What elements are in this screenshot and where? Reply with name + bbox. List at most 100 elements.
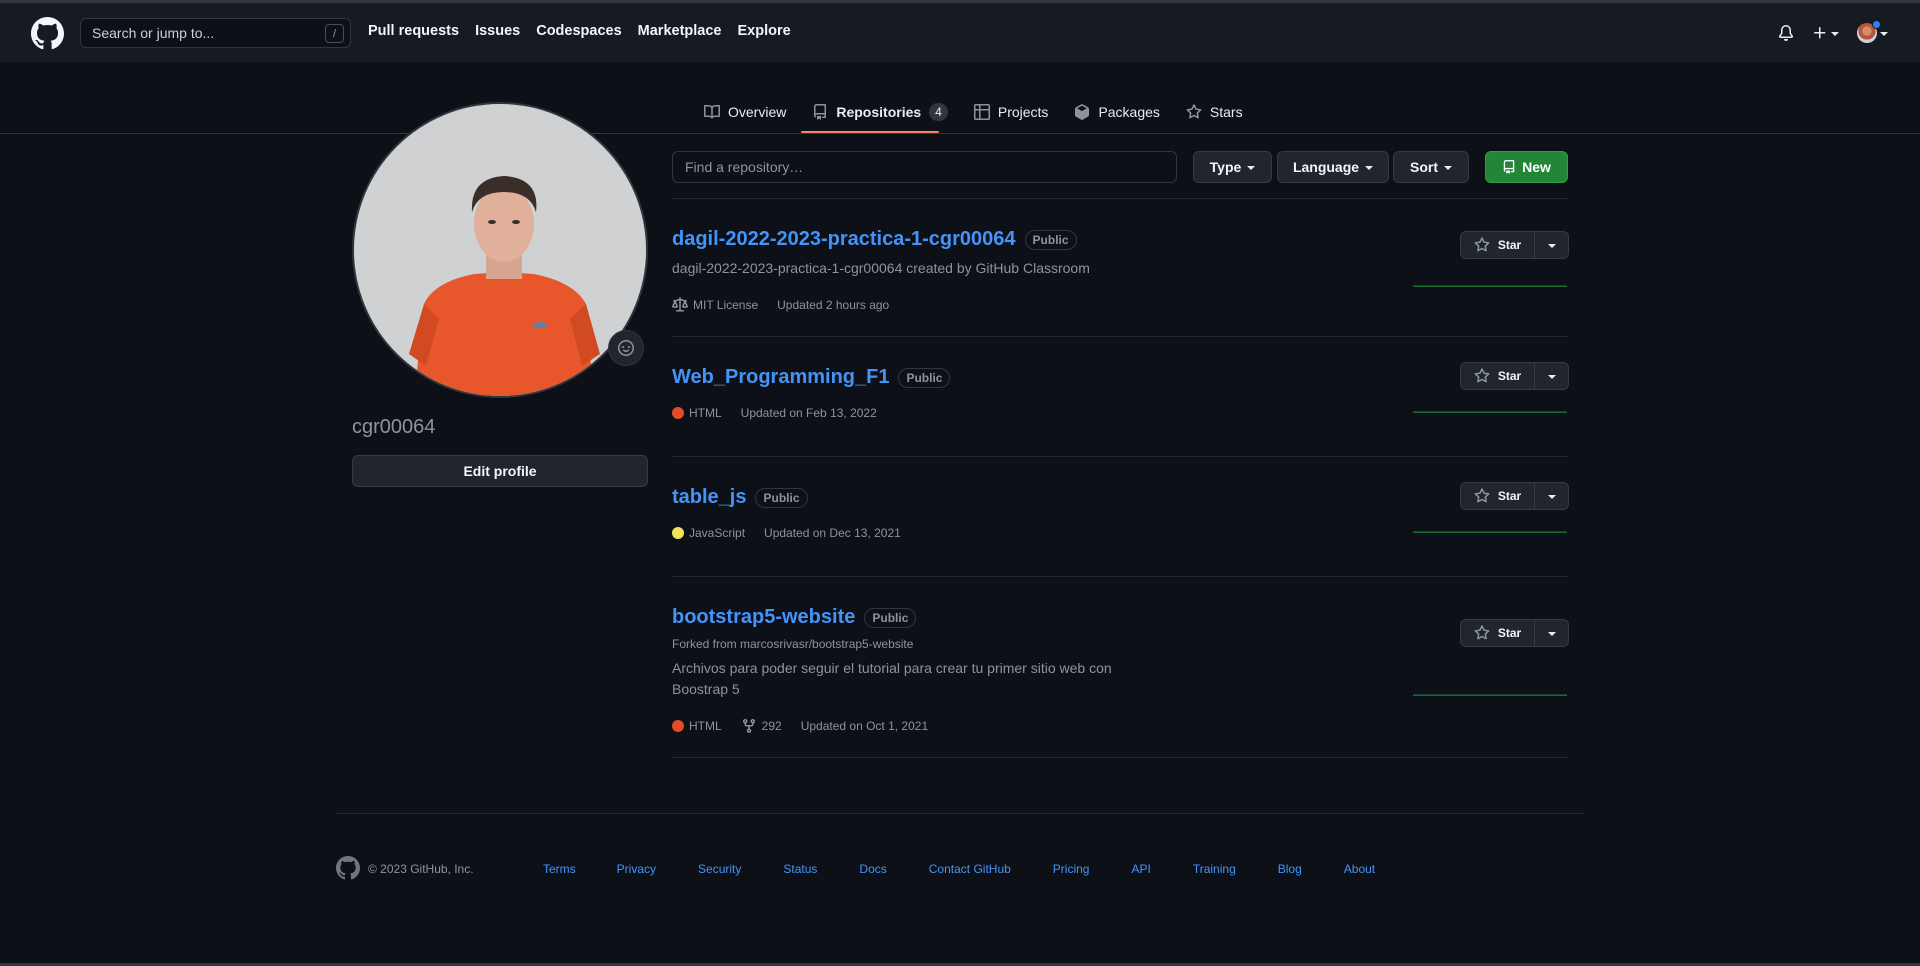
language-color-dot: [672, 407, 684, 419]
find-repository-input[interactable]: Find a repository…: [672, 151, 1177, 183]
repo-name-link[interactable]: bootstrap5-website: [672, 606, 855, 629]
tab-packages[interactable]: Packages: [1066, 99, 1167, 125]
chevron-down-icon: [1831, 32, 1839, 36]
find-repository-placeholder: Find a repository…: [685, 159, 804, 175]
footer-link-training[interactable]: Training: [1193, 862, 1236, 876]
list-item: bootstrap5-website Public: [672, 606, 917, 629]
book-icon: [704, 104, 720, 120]
repo-description: dagil-2022-2023-practica-1-cgr00064 crea…: [672, 260, 1090, 276]
updated-time: Updated on Oct 1, 2021: [800, 719, 929, 733]
updated-time: Updated on Feb 13, 2022: [740, 406, 877, 420]
language-color-dot: [672, 720, 684, 732]
profile-avatar[interactable]: [352, 102, 648, 398]
list-divider: [672, 576, 1568, 577]
visibility-badge: Public: [864, 607, 917, 628]
list-divider: [672, 336, 1568, 337]
tab-repositories[interactable]: Repositories 4: [804, 99, 956, 125]
license-info[interactable]: MIT License: [672, 297, 758, 313]
set-status-button[interactable]: [608, 330, 644, 366]
star-button-group: Star: [1460, 231, 1569, 259]
repo-name-link[interactable]: table_js: [672, 486, 746, 509]
footer-link-docs[interactable]: Docs: [859, 862, 886, 876]
star-list-dropdown[interactable]: [1535, 362, 1569, 390]
footer-link-about[interactable]: About: [1344, 862, 1375, 876]
create-new-menu[interactable]: [1812, 25, 1839, 41]
language-info: HTML: [672, 406, 722, 420]
fork-count[interactable]: 292: [741, 718, 782, 734]
star-button[interactable]: Star: [1460, 482, 1535, 510]
footer-link-api[interactable]: API: [1131, 862, 1150, 876]
language-info: JavaScript: [672, 526, 745, 540]
star-button[interactable]: Star: [1460, 231, 1535, 259]
star-list-dropdown[interactable]: [1535, 619, 1569, 647]
github-logo-icon[interactable]: [336, 856, 360, 880]
star-button-group: Star: [1460, 362, 1569, 390]
language-filter-label: Language: [1292, 159, 1360, 175]
footer-link-status[interactable]: Status: [783, 862, 817, 876]
global-search-input[interactable]: Search or jump to... /: [80, 18, 351, 48]
bell-icon[interactable]: [1778, 25, 1794, 41]
star-list-dropdown[interactable]: [1535, 482, 1569, 510]
github-logo-icon[interactable]: [31, 17, 64, 50]
forked-from-link[interactable]: Forked from marcosrivasr/bootstrap5-webs…: [672, 637, 913, 651]
list-item: Web_Programming_F1 Public: [672, 366, 951, 389]
profile-username: cgr00064: [352, 416, 436, 438]
repo-meta: JavaScript Updated on Dec 13, 2021: [672, 526, 920, 540]
star-icon: [1474, 625, 1490, 641]
star-button[interactable]: Star: [1460, 619, 1535, 647]
visibility-badge: Public: [898, 367, 951, 388]
law-icon: [672, 297, 688, 313]
nav-codespaces[interactable]: Codespaces: [536, 23, 621, 39]
list-divider: [672, 198, 1568, 199]
star-list-dropdown[interactable]: [1535, 231, 1569, 259]
visibility-badge: Public: [1024, 229, 1077, 250]
footer-link-terms[interactable]: Terms: [543, 862, 576, 876]
nav-issues[interactable]: Issues: [475, 23, 520, 39]
star-button[interactable]: Star: [1460, 362, 1535, 390]
edit-profile-button[interactable]: Edit profile: [352, 455, 648, 487]
star-icon: [1474, 488, 1490, 504]
repo-name-link[interactable]: Web_Programming_F1: [672, 366, 889, 389]
type-filter-button[interactable]: Type: [1193, 151, 1272, 183]
header-actions: [1778, 20, 1888, 43]
sort-button[interactable]: Sort: [1393, 151, 1469, 183]
footer-link-privacy[interactable]: Privacy: [617, 862, 656, 876]
smiley-icon: [618, 340, 634, 356]
activity-sparkline: [1413, 694, 1567, 696]
activity-sparkline: [1413, 411, 1567, 413]
footer-link-blog[interactable]: Blog: [1278, 862, 1302, 876]
footer-link-pricing[interactable]: Pricing: [1053, 862, 1090, 876]
language-filter-button[interactable]: Language: [1277, 151, 1389, 183]
list-item: dagil-2022-2023-practica-1-cgr00064 Publ…: [672, 228, 1077, 251]
star-button-group: Star: [1460, 619, 1569, 647]
nav-marketplace[interactable]: Marketplace: [638, 23, 722, 39]
chevron-down-icon: [1365, 166, 1374, 170]
tab-label: Stars: [1209, 104, 1243, 120]
user-menu[interactable]: [1857, 20, 1888, 43]
tab-stars[interactable]: Stars: [1178, 99, 1251, 125]
chevron-down-icon: [1547, 495, 1556, 499]
star-button-group: Star: [1460, 482, 1569, 510]
visibility-badge: Public: [755, 487, 808, 508]
footer-divider: [336, 813, 1584, 814]
star-label: Star: [1497, 489, 1522, 503]
tab-label: Repositories: [836, 104, 922, 120]
footer-link-contact[interactable]: Contact GitHub: [929, 862, 1011, 876]
repo-meta: HTML 292 Updated on Oct 1, 2021: [672, 718, 947, 734]
language-label: JavaScript: [689, 526, 746, 540]
profile-tabs: Overview Repositories 4 Projects Package…: [696, 99, 1261, 134]
tab-overview[interactable]: Overview: [696, 99, 794, 125]
nav-explore[interactable]: Explore: [737, 23, 790, 39]
new-repository-button[interactable]: New: [1485, 151, 1568, 183]
tab-projects[interactable]: Projects: [966, 99, 1057, 125]
nav-pull-requests[interactable]: Pull requests: [368, 23, 459, 39]
repo-name-link[interactable]: dagil-2022-2023-practica-1-cgr00064: [672, 228, 1016, 251]
tab-label: Packages: [1098, 104, 1160, 120]
repo-icon: [1502, 160, 1516, 174]
language-color-dot: [672, 527, 684, 539]
chevron-down-icon: [1547, 244, 1556, 248]
footer-link-security[interactable]: Security: [698, 862, 741, 876]
tab-label: Overview: [728, 104, 787, 120]
star-label: Star: [1497, 238, 1522, 252]
updated-time: Updated on Dec 13, 2021: [764, 526, 901, 540]
